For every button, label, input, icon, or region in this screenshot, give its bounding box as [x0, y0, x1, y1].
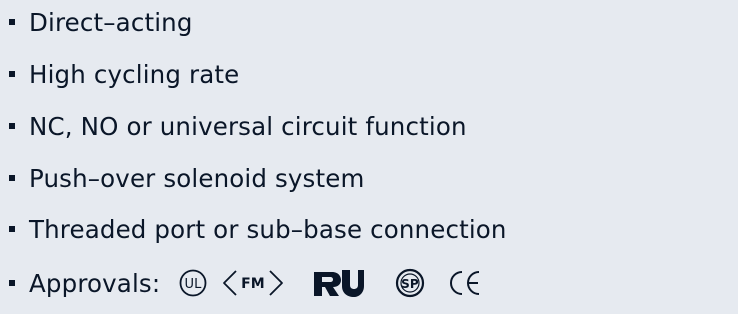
feature-item: Push–over solenoid system	[9, 158, 364, 198]
approvals-item: Approvals: UL FM RU SP CE	[9, 263, 482, 303]
feature-item: Direct–acting	[9, 2, 193, 42]
bullet-icon	[9, 175, 15, 181]
feature-item: NC, NO or universal circuit function	[9, 106, 467, 146]
svg-text:FM: FM	[241, 276, 265, 292]
fm-approved-icon: FM	[222, 268, 284, 298]
ul-recognized-icon: RU	[312, 268, 365, 298]
bullet-icon	[9, 19, 15, 25]
feature-text: Direct–acting	[29, 7, 193, 37]
svg-text:CE: CE	[464, 285, 466, 287]
feature-item: High cycling rate	[9, 54, 239, 94]
bullet-icon	[9, 280, 15, 286]
csa-icon: SP	[394, 268, 426, 298]
feature-text: Threaded port or sub–base connection	[29, 214, 507, 244]
feature-item: Threaded port or sub–base connection	[9, 209, 507, 249]
feature-text: NC, NO or universal circuit function	[29, 111, 467, 141]
bullet-icon	[9, 123, 15, 129]
approvals-label: Approvals:	[29, 268, 161, 298]
bullet-icon	[9, 71, 15, 77]
feature-list: Direct–acting High cycling rate NC, NO o…	[0, 0, 738, 314]
feature-text: High cycling rate	[29, 59, 240, 89]
svg-text:UL: UL	[185, 277, 203, 292]
bullet-icon	[9, 226, 15, 232]
svg-text:SP: SP	[401, 277, 419, 291]
approval-marks: UL FM RU SP CE	[176, 268, 482, 298]
ce-mark-icon: CE	[448, 268, 482, 298]
feature-text: Push–over solenoid system	[29, 163, 365, 193]
ul-listed-icon: UL	[178, 268, 208, 298]
